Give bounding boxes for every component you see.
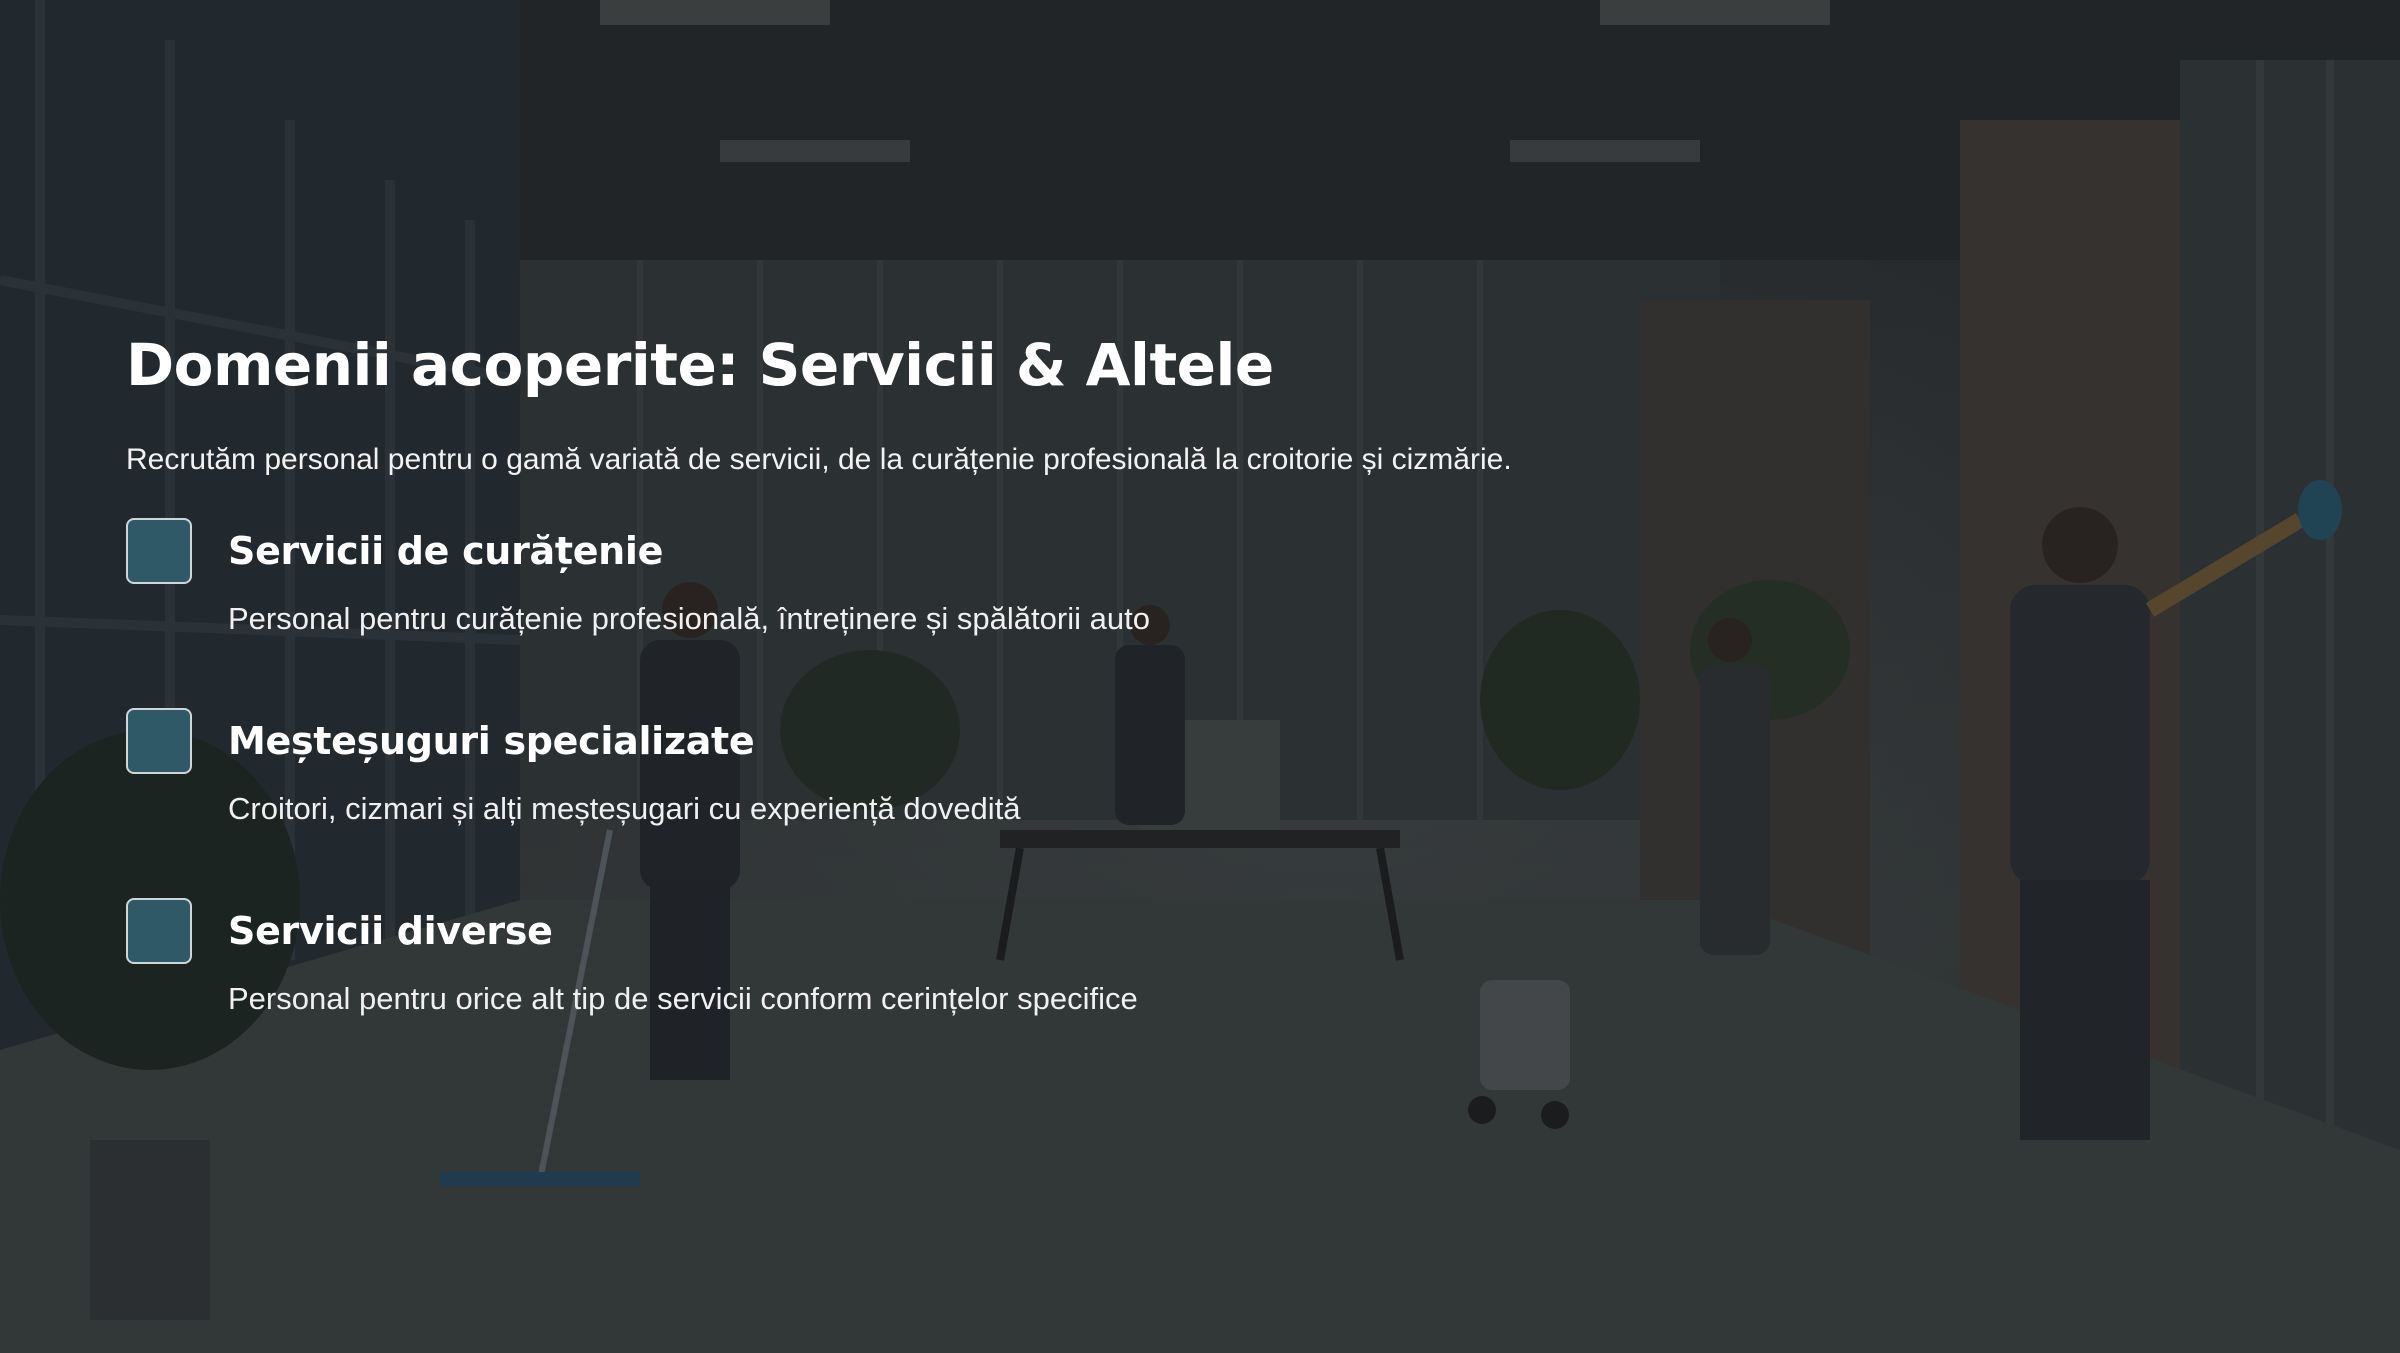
slide-content: Domenii acoperite: Servicii & Altele Rec…: [126, 330, 1926, 1088]
item-title: Servicii diverse: [228, 909, 553, 953]
list-item-various: Servicii diverse Personal pentru orice a…: [126, 898, 1926, 1088]
list-item-cleaning: Servicii de curățenie Personal pentru cu…: [126, 518, 1926, 708]
services-list: Servicii de curățenie Personal pentru cu…: [126, 518, 1926, 1088]
slide-subtitle: Recrutăm personal pentru o gamă variată …: [126, 443, 1512, 476]
checkbox-icon: [126, 898, 192, 964]
checkbox-icon: [126, 708, 192, 774]
slide-title: Domenii acoperite: Servicii & Altele: [126, 331, 1274, 399]
item-description: Personal pentru orice alt tip de servici…: [228, 981, 1138, 1016]
item-title: Meșteșuguri specializate: [228, 719, 755, 763]
item-description: Croitori, cizmari și alți meșteșugari cu…: [228, 791, 1021, 826]
item-title: Servicii de curățenie: [228, 529, 664, 573]
slide: Domenii acoperite: Servicii & Altele Rec…: [0, 0, 2400, 1353]
item-description: Personal pentru curățenie profesională, …: [228, 601, 1150, 636]
list-item-crafts: Meșteșuguri specializate Croitori, cizma…: [126, 708, 1926, 898]
checkbox-icon: [126, 518, 192, 584]
